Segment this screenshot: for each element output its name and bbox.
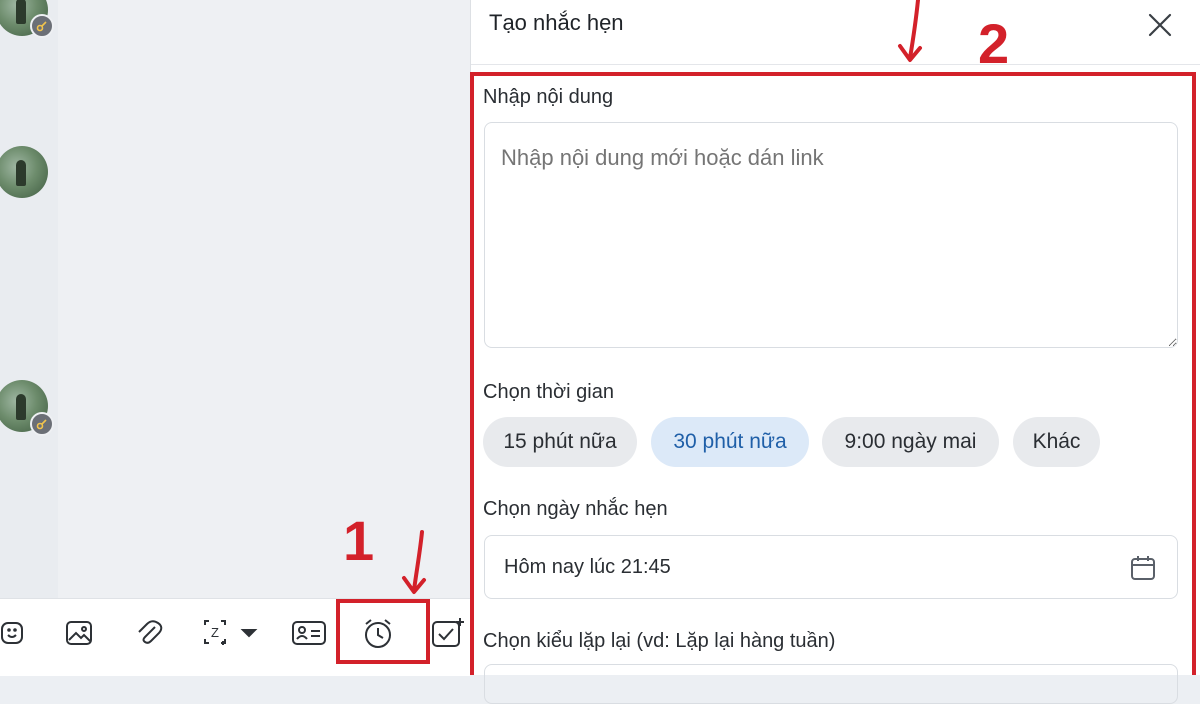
divider [471, 64, 1200, 65]
image-icon[interactable] [61, 615, 97, 651]
arrow-down-icon [398, 528, 434, 603]
attachment-icon[interactable] [131, 615, 167, 651]
alarm-button-highlight [336, 599, 430, 664]
key-icon [30, 14, 54, 38]
step-number-2: 2 [978, 12, 1010, 75]
close-icon[interactable] [1143, 8, 1177, 42]
svg-text:Z: Z [211, 625, 219, 640]
arrow-down-icon [892, 0, 928, 71]
sticker-icon[interactable] [0, 615, 30, 651]
task-icon[interactable] [428, 615, 468, 651]
reminder-form-highlight [470, 72, 1196, 675]
step-number-1: 1 [343, 509, 375, 572]
contact-card-icon[interactable] [290, 615, 328, 651]
chat-message-gutter [0, 0, 58, 600]
screenshot-icon[interactable]: Z [199, 615, 261, 651]
chat-area [0, 0, 470, 600]
key-icon [30, 412, 54, 436]
panel-title: Tạo nhắc hẹn [489, 10, 624, 35]
